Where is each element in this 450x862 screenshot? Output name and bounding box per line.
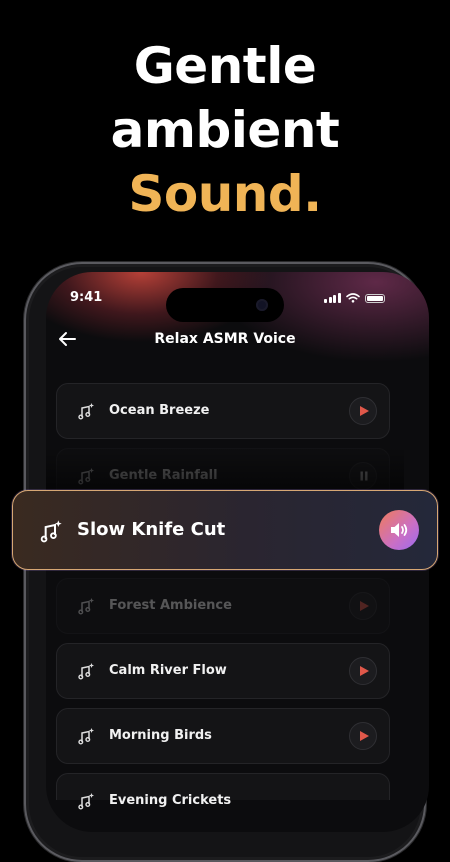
pause-icon: [360, 471, 368, 481]
now-playing-card[interactable]: Slow Knife Cut: [12, 490, 438, 570]
now-playing-label: Slow Knife Cut: [77, 519, 226, 540]
signal-icon: [324, 293, 341, 303]
play-button[interactable]: [349, 592, 377, 620]
headline-line-2: ambient: [110, 101, 340, 159]
headline: Gentle ambient Sound.: [0, 34, 450, 226]
track-row-calm-river-flow[interactable]: Calm River Flow: [56, 643, 390, 699]
music-sparkle-icon: [40, 520, 62, 543]
play-button[interactable]: [349, 397, 377, 425]
play-icon: [360, 406, 369, 416]
screen-title: Relax ASMR Voice: [154, 331, 296, 347]
track-label: Forest Ambience: [109, 598, 232, 613]
music-sparkle-icon: [78, 598, 94, 615]
headline-line-1: Gentle: [133, 37, 317, 95]
headline-line-3: Sound.: [128, 165, 322, 223]
track-label: Ocean Breeze: [109, 403, 210, 418]
pause-button[interactable]: [349, 462, 377, 490]
status-time: 9:41: [70, 290, 103, 305]
music-sparkle-icon: [78, 403, 94, 420]
track-label: Calm River Flow: [109, 663, 227, 678]
play-icon: [360, 601, 369, 611]
track-label: Morning Birds: [109, 728, 212, 743]
music-sparkle-icon: [78, 793, 94, 810]
play-icon: [360, 731, 369, 741]
track-label: Evening Crickets: [109, 793, 232, 808]
track-row-morning-birds[interactable]: Morning Birds: [56, 708, 390, 764]
track-row-forest-ambience[interactable]: Forest Ambience: [56, 578, 390, 634]
speaker-icon: [391, 523, 408, 537]
speaker-button[interactable]: [379, 510, 419, 550]
music-sparkle-icon: [78, 728, 94, 745]
battery-icon: [364, 293, 385, 303]
play-button[interactable]: [349, 722, 377, 750]
music-sparkle-icon: [78, 663, 94, 680]
track-row-evening-crickets[interactable]: Evening Crickets: [56, 773, 390, 810]
camera-icon: [256, 299, 268, 311]
play-button[interactable]: [349, 657, 377, 685]
music-sparkle-icon: [78, 468, 94, 485]
status-icons: [324, 293, 385, 303]
play-icon: [360, 666, 369, 676]
track-row-ocean-breeze[interactable]: Ocean Breeze: [56, 383, 390, 439]
dynamic-island: [166, 288, 284, 322]
track-label: Gentle Rainfall: [109, 468, 218, 483]
wifi-icon: [345, 293, 360, 303]
